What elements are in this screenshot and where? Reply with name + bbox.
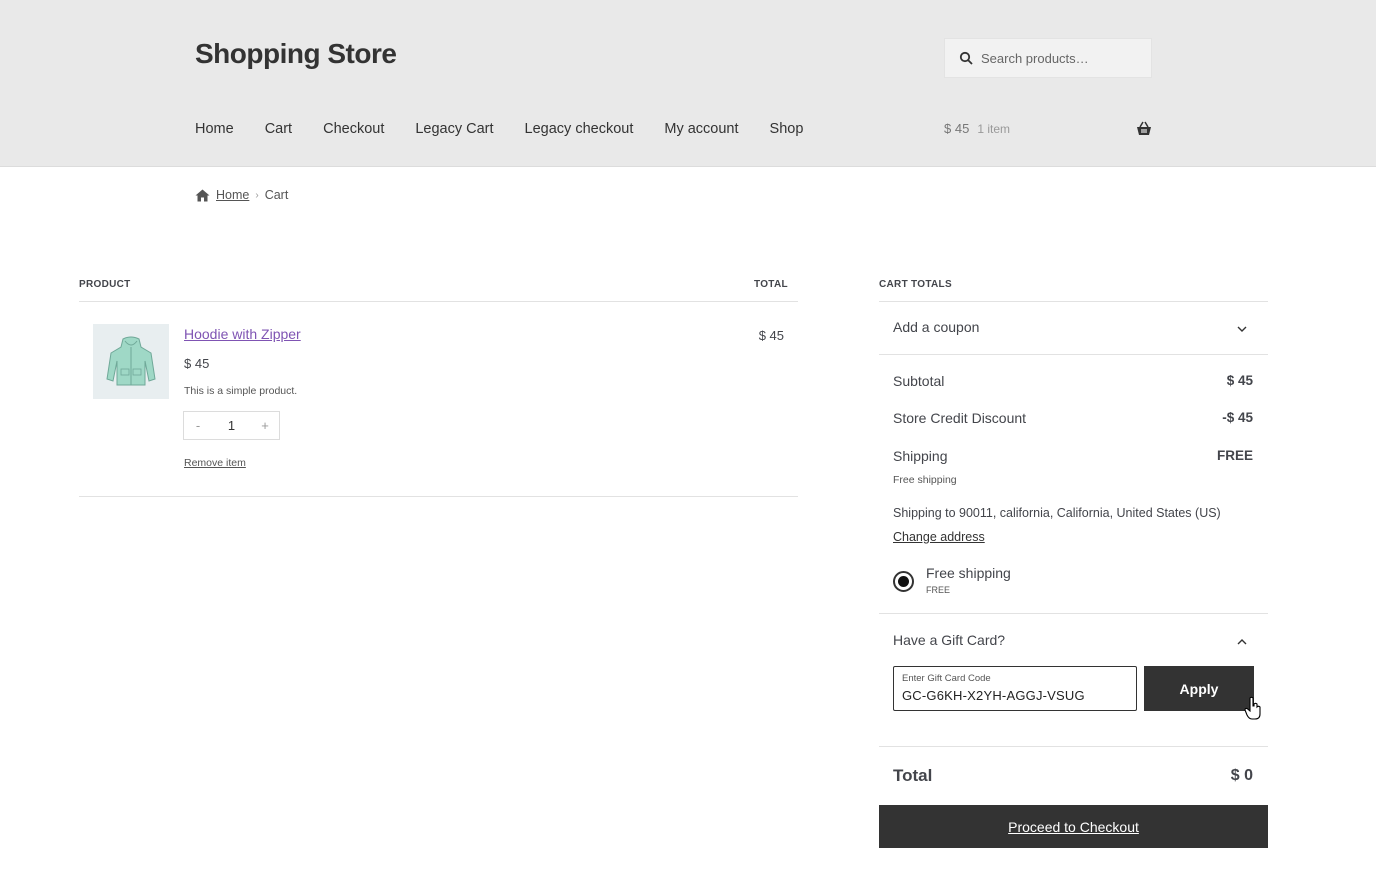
gift-card-field-label: Enter Gift Card Code bbox=[902, 673, 991, 684]
column-header-product: PRODUCT bbox=[79, 279, 131, 290]
gift-card-code-field[interactable]: Enter Gift Card Code GC-G6KH-X2YH-AGGJ-V… bbox=[893, 666, 1137, 711]
search-icon bbox=[959, 51, 973, 65]
mini-cart-price: $ 45 bbox=[944, 121, 970, 136]
divider bbox=[79, 301, 798, 302]
shipping-destination: Shipping to 90011, california, Californi… bbox=[893, 506, 1221, 520]
add-coupon-toggle[interactable]: Add a coupon bbox=[893, 319, 979, 335]
divider bbox=[879, 354, 1268, 355]
home-icon bbox=[195, 189, 210, 201]
shipping-method: Free shipping bbox=[893, 474, 957, 486]
order-total-value: $ 0 bbox=[1230, 767, 1253, 784]
chevron-up-icon[interactable] bbox=[1237, 639, 1247, 645]
shipping-option-radio[interactable] bbox=[893, 571, 914, 592]
column-header-total: TOTAL bbox=[754, 279, 788, 290]
discount-label: Store Credit Discount bbox=[893, 410, 1027, 426]
shipping-option-price: FREE bbox=[926, 585, 951, 595]
nav-my-account[interactable]: My account bbox=[664, 121, 738, 137]
breadcrumb-separator: › bbox=[255, 189, 259, 201]
site-header: Shopping Store Search products… Home Car… bbox=[0, 0, 1376, 167]
product-description: This is a simple product. bbox=[184, 385, 298, 397]
gift-card-toggle[interactable]: Have a Gift Card? bbox=[893, 632, 1005, 648]
primary-nav: Home Cart Checkout Legacy Cart Legacy ch… bbox=[195, 121, 834, 137]
divider bbox=[879, 746, 1268, 747]
quantity-decrease-button[interactable]: - bbox=[184, 418, 212, 433]
chevron-down-icon[interactable] bbox=[1237, 326, 1247, 332]
gift-card-field-value[interactable]: GC-G6KH-X2YH-AGGJ-VSUG bbox=[902, 688, 1128, 703]
shipping-value: FREE bbox=[1216, 448, 1253, 463]
product-name-link[interactable]: Hoodie with Zipper bbox=[184, 326, 301, 342]
divider bbox=[879, 301, 1268, 302]
nav-legacy-cart[interactable]: Legacy Cart bbox=[415, 121, 493, 137]
breadcrumb: Home › Cart bbox=[195, 188, 288, 202]
search-placeholder: Search products… bbox=[981, 50, 1089, 66]
basket-icon bbox=[1137, 121, 1151, 135]
shipping-label: Shipping bbox=[893, 448, 948, 464]
remove-item-link[interactable]: Remove item bbox=[184, 457, 246, 469]
breadcrumb-current: Cart bbox=[264, 188, 289, 202]
divider bbox=[879, 613, 1268, 614]
proceed-to-checkout-button[interactable]: Proceed to Checkout bbox=[879, 805, 1268, 848]
mini-cart[interactable]: $ 45 1 item bbox=[944, 121, 1152, 136]
hand-cursor-icon bbox=[1244, 696, 1261, 720]
nav-shop[interactable]: Shop bbox=[770, 121, 804, 137]
quantity-stepper: - 1 + bbox=[183, 411, 280, 440]
quantity-input[interactable]: 1 bbox=[212, 418, 251, 433]
shipping-option-label[interactable]: Free shipping bbox=[926, 565, 1011, 581]
nav-cart[interactable]: Cart bbox=[265, 121, 292, 137]
product-thumbnail[interactable] bbox=[93, 324, 169, 399]
breadcrumb-home[interactable]: Home bbox=[216, 188, 249, 202]
subtotal-value: $ 45 bbox=[1226, 373, 1253, 388]
hoodie-image bbox=[106, 336, 156, 385]
quantity-increase-button[interactable]: + bbox=[251, 418, 279, 433]
apply-gift-card-button[interactable]: Apply bbox=[1144, 666, 1254, 711]
mini-cart-count: 1 item bbox=[977, 121, 1010, 136]
discount-value: -$ 45 bbox=[1222, 410, 1253, 425]
nav-home[interactable]: Home bbox=[195, 121, 234, 137]
search-input[interactable]: Search products… bbox=[944, 38, 1152, 78]
product-price: $ 45 bbox=[184, 356, 210, 371]
site-title[interactable]: Shopping Store bbox=[195, 38, 397, 70]
divider bbox=[79, 496, 798, 497]
change-address-link[interactable]: Change address bbox=[893, 530, 985, 544]
order-total-label: Total bbox=[893, 766, 933, 785]
subtotal-label: Subtotal bbox=[893, 373, 945, 389]
nav-legacy-checkout[interactable]: Legacy checkout bbox=[525, 121, 634, 137]
line-total: $ 45 bbox=[758, 328, 784, 343]
cart-totals-heading: CART TOTALS bbox=[879, 279, 952, 290]
nav-checkout[interactable]: Checkout bbox=[323, 121, 384, 137]
